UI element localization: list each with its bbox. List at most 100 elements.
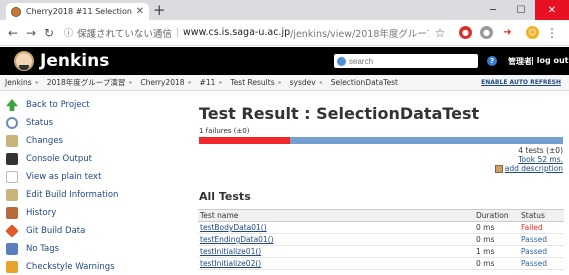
test-result-bar: [199, 137, 563, 144]
breadcrumb-item[interactable]: #11: [200, 78, 216, 87]
column-header-status[interactable]: Status: [519, 209, 564, 222]
extension-arrow-icon[interactable]: ➜: [500, 26, 514, 39]
add-description-link[interactable]: add description: [494, 164, 563, 173]
up-arrow-icon: [6, 99, 18, 111]
breadcrumb-item[interactable]: Test Results: [230, 78, 274, 87]
browser-tab[interactable]: Cherry2018 #11 SelectionDa ✕: [6, 3, 149, 20]
history-icon: [6, 207, 18, 219]
test-duration: 1 ms: [474, 245, 519, 258]
tests-table: Test name Duration Status testBodyData01…: [198, 209, 564, 270]
tag-icon: [6, 243, 18, 255]
task-changes[interactable]: Changes: [6, 133, 63, 149]
test-status: Failed: [519, 221, 564, 234]
task-label: Git Build Data: [26, 226, 86, 236]
magnifier-icon: [6, 117, 18, 129]
task-edit-build-information[interactable]: Edit Build Information: [6, 187, 118, 203]
url-host: www.cs.is.saga-u.ac.jp: [183, 27, 291, 38]
git-icon: [5, 224, 19, 238]
notepad-pencil-icon: [6, 189, 18, 201]
task-label: Back to Project: [26, 100, 90, 110]
task-console-output[interactable]: Console Output: [6, 151, 92, 167]
jenkins-title[interactable]: Jenkins: [40, 51, 109, 71]
task-label: Console Output: [26, 154, 92, 164]
profile-avatar-icon[interactable]: ☺: [525, 26, 539, 39]
breadcrumb-arrow-icon: ▸: [188, 79, 192, 86]
tab-close-icon[interactable]: ✕: [136, 6, 144, 17]
breadcrumb-arrow-icon: ▸: [35, 79, 39, 86]
logout-link[interactable]: | log out: [531, 56, 568, 65]
breadcrumb-item[interactable]: SelectionDataTest: [331, 78, 398, 87]
breadcrumb-arrow-icon: ▸: [219, 79, 223, 86]
page-title: Test Result : SelectionDataTest: [199, 104, 480, 123]
test-status: Passed: [519, 257, 564, 270]
task-status[interactable]: Status: [6, 115, 53, 131]
table-row: testInitialize02() 0 ms Passed: [198, 257, 564, 270]
breadcrumb-item[interactable]: Jenkins: [5, 78, 32, 87]
maximize-icon[interactable]: ☐: [507, 0, 535, 20]
breadcrumb-arrow-icon: ▸: [278, 79, 282, 86]
search-input[interactable]: [349, 56, 469, 66]
help-icon[interactable]: ?: [487, 56, 497, 66]
user-link[interactable]: 管理者: [508, 56, 532, 67]
task-no-tags[interactable]: No Tags: [6, 241, 59, 257]
browser-toolbar: ← → ↻ ⓘ 保護されていない通信 | www.cs.is.saga-u.ac…: [0, 20, 569, 46]
task-label: Checkstyle Warnings: [26, 262, 115, 272]
test-duration: 0 ms: [474, 233, 519, 246]
enable-auto-refresh-link[interactable]: ENABLE AUTO REFRESH: [481, 79, 561, 86]
task-git-build-data[interactable]: Git Build Data: [5, 223, 86, 239]
jenkins-logo-icon[interactable]: [14, 51, 34, 71]
task-label: Edit Build Information: [26, 190, 119, 200]
notepad-icon: [6, 135, 18, 147]
failed-portion-bar: [199, 137, 290, 144]
took-time-link[interactable]: Took 52 ms.: [518, 155, 563, 164]
test-duration: 0 ms: [474, 221, 519, 234]
column-header-test-name[interactable]: Test name: [198, 209, 474, 222]
extension-red-icon[interactable]: ●: [458, 26, 472, 39]
info-icon[interactable]: ⓘ: [64, 26, 73, 39]
back-icon[interactable]: ←: [6, 26, 20, 40]
security-label: 保護されていない通信: [77, 28, 172, 40]
address-bar[interactable]: ⓘ 保護されていない通信 | www.cs.is.saga-u.ac.jp /j…: [64, 23, 429, 43]
window-close-icon[interactable]: ✕: [535, 0, 569, 20]
table-row: testInitialize01() 1 ms Passed: [198, 245, 564, 258]
column-header-duration[interactable]: Duration: [474, 209, 519, 222]
breadcrumb-item[interactable]: 2018年度グループ演習: [47, 77, 126, 88]
tests-count: 4 tests (±0): [518, 146, 563, 155]
table-row: testBodyData01() 0 ms Failed: [198, 221, 564, 234]
reload-icon[interactable]: ↻: [42, 26, 56, 40]
add-description-label: add description: [504, 164, 563, 173]
task-history[interactable]: History: [6, 205, 56, 221]
breadcrumb-item[interactable]: sysdev: [290, 78, 316, 87]
test-name-link[interactable]: testInitialize02(): [198, 257, 474, 270]
terminal-icon: [6, 153, 18, 165]
breadcrumb-item[interactable]: Cherry2018: [140, 78, 184, 87]
bookmark-star-icon[interactable]: ☆: [433, 26, 447, 40]
jenkins-header: Jenkins ? 管理者 | log out: [0, 47, 569, 75]
task-view-plain-text[interactable]: View as plain text: [6, 169, 101, 185]
task-label: Status: [26, 118, 54, 128]
failures-summary: 1 failures (±0): [199, 127, 250, 135]
test-status: Passed: [519, 245, 564, 258]
task-back-to-project[interactable]: Back to Project: [6, 97, 90, 113]
search-box[interactable]: [334, 54, 478, 68]
new-tab-icon[interactable]: +: [153, 2, 166, 18]
task-label: Changes: [26, 136, 63, 146]
document-icon: [6, 171, 18, 183]
minimize-icon[interactable]: ─: [479, 0, 507, 20]
jenkins-favicon-icon: [11, 6, 21, 17]
task-label: No Tags: [26, 244, 60, 254]
test-name-link[interactable]: testEndingData01(): [198, 233, 474, 246]
task-checkstyle-warnings[interactable]: Checkstyle Warnings: [6, 259, 115, 275]
test-duration: 0 ms: [474, 257, 519, 270]
extension-gray-icon[interactable]: ●: [479, 26, 493, 39]
menu-icon[interactable]: ⋮: [545, 26, 559, 40]
test-name-link[interactable]: testBodyData01(): [198, 221, 474, 234]
breadcrumb-arrow-icon: ▸: [319, 79, 323, 86]
search-icon: [337, 56, 346, 66]
forward-icon[interactable]: →: [24, 26, 38, 40]
table-row: testEndingData01() 0 ms Passed: [198, 233, 564, 246]
breadcrumb-arrow-icon: ▸: [129, 79, 133, 86]
browser-tabstrip: Cherry2018 #11 SelectionDa ✕ + ─ ☐ ✕: [0, 0, 569, 20]
task-label: History: [26, 208, 57, 218]
test-name-link[interactable]: testInitialize01(): [198, 245, 474, 258]
